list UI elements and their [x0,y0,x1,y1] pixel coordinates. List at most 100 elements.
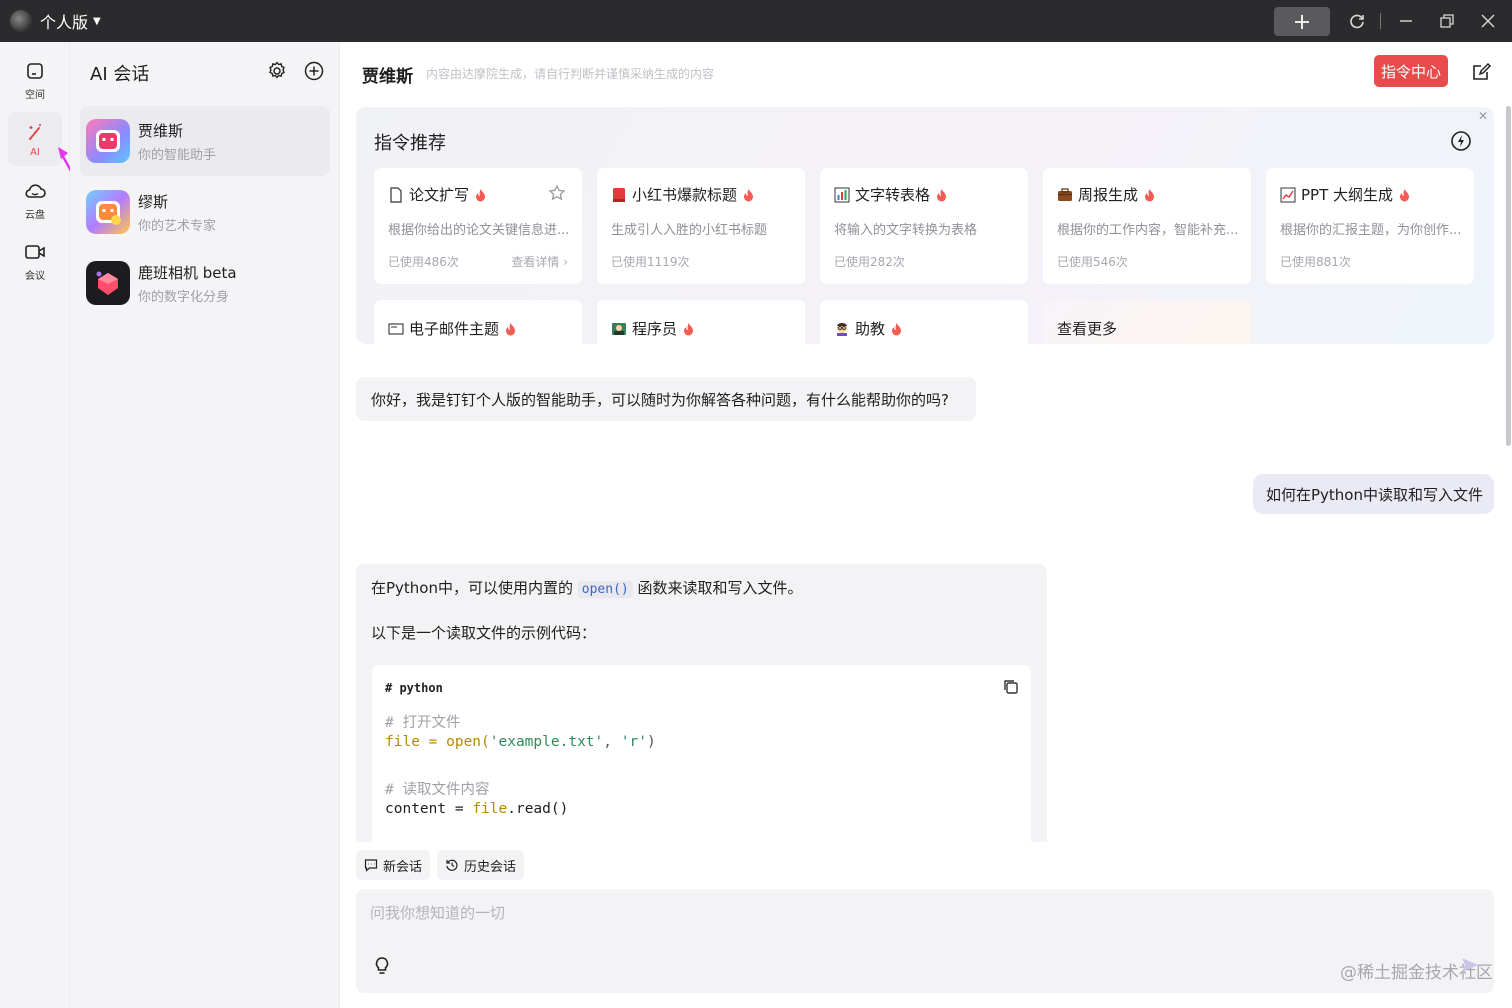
lightning-icon[interactable] [1450,130,1472,152]
new-tab-button[interactable] [1274,7,1330,36]
close-icon [1481,14,1495,28]
session-item-muse[interactable]: 缪斯 你的艺术专家 [80,177,330,247]
chat-bubble-icon [364,859,378,872]
lightbulb-icon[interactable] [372,955,392,977]
command-center-button[interactable]: 指令中心 [1374,55,1448,87]
card-title: 电子邮件主题 [388,318,516,339]
command-card-email[interactable]: 电子邮件主题 [374,300,582,344]
add-session-icon[interactable] [303,60,325,82]
minimize-button[interactable] [1394,9,1418,33]
view-more-card[interactable]: 查看更多 [1043,300,1251,344]
card-title: 小红书爆款标题 [611,184,754,205]
chart-line-icon [1280,187,1296,202]
code-line: file = open('example.txt', 'r') [385,734,656,750]
history-icon [446,859,458,871]
code-line: content = file.read() [385,801,569,817]
edit-icon[interactable] [1470,61,1492,83]
card-title: 程序员 [611,318,694,339]
command-card-programmer[interactable]: 程序员 [597,300,805,344]
inline-code: open() [577,581,633,598]
video-icon [24,241,46,263]
nav-item-label: 会议 [25,270,45,282]
refresh-icon [1350,14,1364,29]
message-composer: @稀土掘金技术社区 [356,889,1494,993]
document-icon [390,186,402,203]
bar-chart-icon [834,187,850,202]
fire-icon [892,322,902,335]
new-chat-button[interactable]: 新会话 [356,850,431,880]
command-card-teaching-assistant[interactable]: 助教 [820,300,1028,344]
user-message: 如何在Python中读取和写入文件 [1253,474,1494,514]
card-desc: 将输入的文字转换为表格 [834,223,978,238]
red-book-icon [613,187,625,202]
session-list-panel: AI 会话 贾维斯 你的智能助手 缪斯 你的艺术专家 鹿班相机 beta 你的数… [70,42,340,1008]
nav-item-meeting[interactable]: 会议 [8,234,62,288]
close-window-button[interactable] [1476,9,1500,33]
restore-icon [1440,14,1454,28]
chevron-down-icon[interactable]: ▼ [93,16,101,27]
card-title: 助教 [834,318,902,339]
view-detail-link[interactable]: 查看详情 › [511,253,568,270]
assistant-greeting-message: 你好，我是钉钉个人版的智能助手，可以随时为你解答各种问题，有什么能帮助你的吗? [356,377,976,421]
session-item-luban[interactable]: 鹿班相机 beta 你的数字化分身 [80,248,330,318]
session-desc: 你的智能助手 [138,148,217,163]
command-card-weekly-report[interactable]: 周报生成 根据你的工作内容，智能补充... 已使用546次 [1043,168,1251,284]
close-icon[interactable]: ✕ [1476,109,1490,123]
session-list-title: AI 会话 [90,64,150,85]
send-icon[interactable] [1460,955,1480,975]
user-avatar[interactable] [10,10,32,32]
cloud-icon [24,180,46,202]
card-title: 文字转表格 [834,184,947,205]
card-desc: 根据你的工作内容，智能补充... [1057,223,1239,238]
assistant-answer-message: 在Python中，可以使用内置的 open() 函数来读取和写入文件。 以下是一… [356,564,1047,842]
restore-button[interactable] [1435,9,1459,33]
chat-main: 贾维斯 内容由达摩院生成，请自行判断并谨慎采纳生成的内容 指令中心 指令推荐 ✕… [340,42,1512,1008]
answer-line: 以下是一个读取文件的示例代码： [371,624,597,642]
message-input[interactable] [370,901,1270,925]
gear-icon[interactable] [266,60,288,82]
command-recommend-panel: 指令推荐 ✕ 论文扩写 根据你给出的论文关键信息进... 已使用486次 查看详… [356,107,1494,344]
copy-icon[interactable] [1002,678,1020,696]
card-usage: 已使用282次 [834,255,905,269]
session-desc: 你的数字化分身 [138,290,230,305]
assistant-name: 贾维斯 [362,67,413,87]
refresh-button[interactable] [1345,9,1369,33]
card-title: 论文扩写 [388,184,486,205]
view-more-label: 查看更多 [1057,320,1118,338]
nav-item-space[interactable]: 空间 [8,53,62,107]
nav-item-ai[interactable]: AI [8,112,62,166]
card-desc: 根据你的汇报主题，为你创作... [1280,223,1462,238]
account-edition-label[interactable]: 个人版 [40,9,88,33]
titlebar-divider [1380,13,1381,29]
nav-item-cloud[interactable]: 云盘 [8,173,62,227]
star-icon[interactable] [548,184,566,202]
fire-icon [1145,188,1155,201]
history-chat-button[interactable]: 历史会话 [437,850,525,880]
command-card-text-to-table[interactable]: 文字转表格 将输入的文字转换为表格 已使用282次 [820,168,1028,284]
code-comment: # 读取文件内容 [385,782,490,798]
session-name: 缪斯 [138,193,169,211]
session-desc: 你的艺术专家 [138,219,217,234]
card-usage: 已使用881次 [1280,255,1351,269]
code-language-label: # python [385,681,443,695]
fire-icon [1400,188,1410,201]
disclaimer-note: 内容由达摩院生成，请自行判断并谨慎采纳生成的内容 [426,67,715,81]
space-icon [24,60,46,82]
chat-scrollbar[interactable] [1506,106,1511,446]
card-title: 周报生成 [1057,184,1155,205]
nav-item-label: 空间 [25,89,45,101]
nav-item-label: 云盘 [25,209,45,221]
teacher-icon [837,322,847,336]
plus-icon [1295,14,1309,29]
command-card-ppt-outline[interactable]: PPT 大纲生成 根据你的汇报主题，为你创作... 已使用881次 [1266,168,1474,284]
card-usage: 已使用486次 [388,255,459,269]
recommend-title: 指令推荐 [374,133,446,154]
command-card-thesis[interactable]: 论文扩写 根据你给出的论文关键信息进... 已使用486次 查看详情 › [374,168,582,284]
card-desc: 生成引人入胜的小红书标题 [611,223,768,238]
jarvis-avatar [86,119,130,163]
email-icon [388,322,404,335]
briefcase-icon [1058,187,1072,201]
command-card-xiaohongshu[interactable]: 小红书爆款标题 生成引人入胜的小红书标题 已使用1119次 [597,168,805,284]
session-item-jarvis[interactable]: 贾维斯 你的智能助手 [80,106,330,176]
title-bar: 个人版 ▼ [0,0,1512,42]
